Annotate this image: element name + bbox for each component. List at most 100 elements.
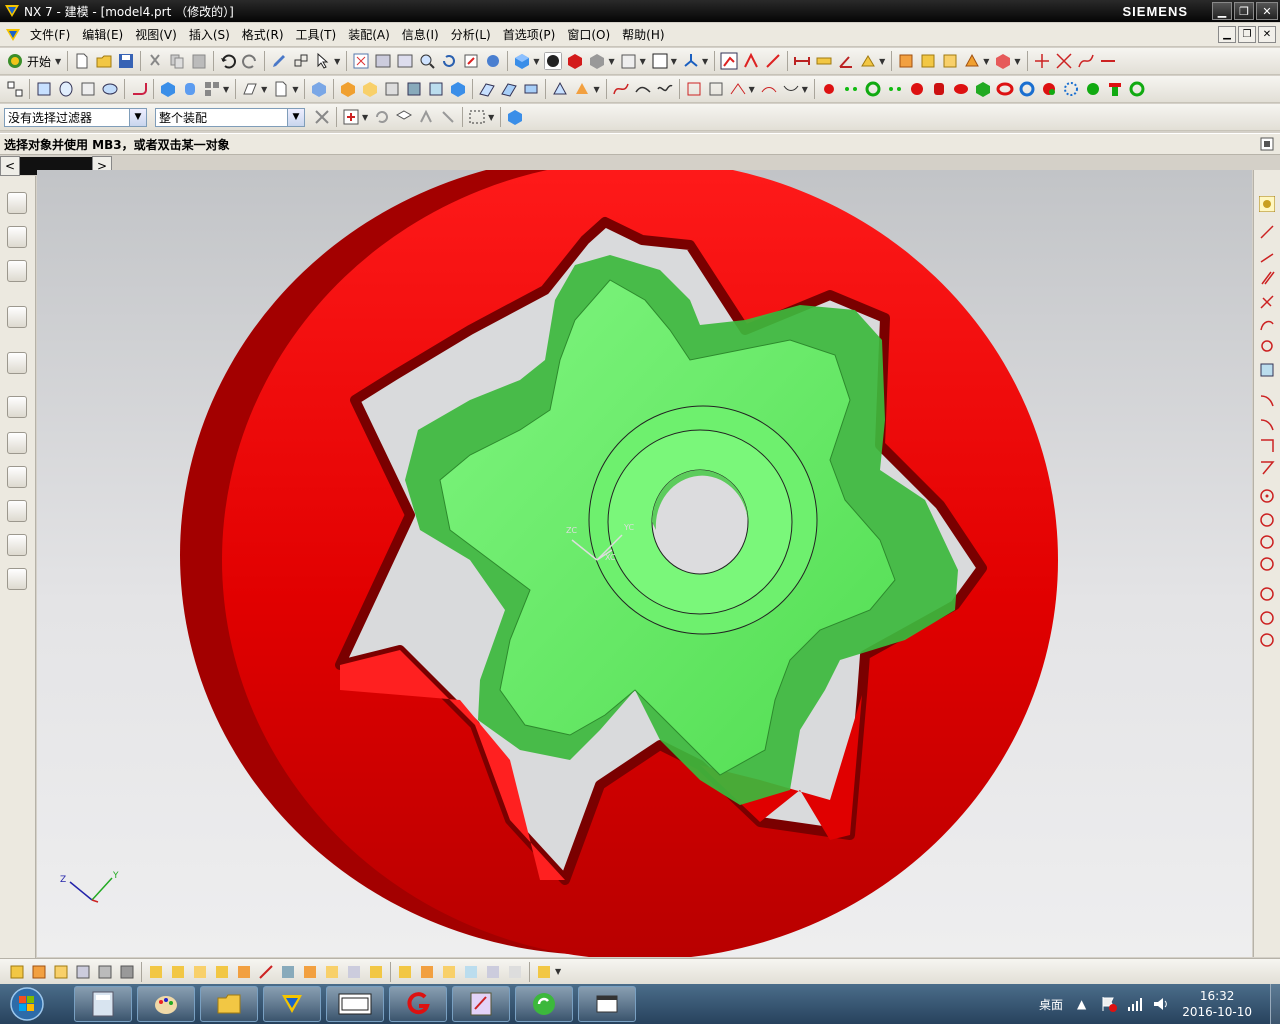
nx-menu-icon[interactable] — [4, 26, 22, 44]
assembly-tool-4-icon[interactable] — [74, 963, 92, 981]
red-dots-icon[interactable] — [820, 80, 838, 98]
history-icon[interactable] — [7, 396, 27, 418]
clearance-icon[interactable] — [345, 963, 363, 981]
model-view[interactable]: ZC YC XC Z Y — [37, 170, 1252, 957]
fit-view-icon[interactable] — [352, 52, 370, 70]
bottom-dropdown-icon[interactable] — [535, 963, 553, 981]
taskbar-explorer[interactable] — [200, 986, 258, 1022]
trim-body-icon[interactable] — [361, 80, 379, 98]
component-new-icon[interactable] — [169, 963, 187, 981]
snap-toggle-icon[interactable] — [342, 108, 360, 126]
block-icon[interactable] — [159, 80, 177, 98]
restore-button[interactable]: ❐ — [1234, 2, 1254, 20]
deformable-icon[interactable] — [462, 963, 480, 981]
arc-snap-icon[interactable] — [1259, 316, 1275, 332]
offset-curve-icon[interactable] — [760, 80, 778, 98]
pattern-icon[interactable] — [203, 80, 221, 98]
draft-icon[interactable] — [478, 80, 496, 98]
green-wheel-icon[interactable] — [1128, 80, 1146, 98]
minimize-button[interactable]: ▁ — [1212, 2, 1232, 20]
bridge-curve-icon[interactable] — [782, 80, 800, 98]
quadrant-point-icon[interactable] — [1259, 512, 1275, 528]
menu-information[interactable]: 信息(I) — [396, 26, 445, 43]
undo-icon[interactable] — [219, 52, 237, 70]
offset-face-icon[interactable] — [500, 80, 518, 98]
boss-icon[interactable] — [101, 80, 119, 98]
action-center-flag-icon[interactable] — [1100, 995, 1118, 1013]
menu-view[interactable]: 视图(V) — [129, 26, 183, 43]
zoom-icon[interactable] — [418, 52, 436, 70]
datum-plane-icon[interactable] — [241, 80, 259, 98]
taskbar-window[interactable] — [578, 986, 636, 1022]
menu-tools[interactable]: 工具(T) — [290, 26, 343, 43]
assembly-tool-1-icon[interactable] — [8, 963, 26, 981]
measure-length-icon[interactable] — [815, 52, 833, 70]
assembly-tool-2-icon[interactable] — [30, 963, 48, 981]
type-filter-dropdown[interactable]: 没有选择过滤器 ▼ — [4, 107, 147, 127]
circle-snap-icon[interactable] — [1259, 338, 1275, 354]
point-on-face-icon[interactable] — [1259, 586, 1275, 602]
route-icon[interactable] — [506, 963, 524, 981]
close-button[interactable]: ✕ — [1256, 2, 1278, 20]
perpendicular-icon[interactable] — [1259, 294, 1275, 310]
save-icon[interactable] — [117, 52, 135, 70]
measure-distance-icon[interactable] — [793, 52, 811, 70]
red-ring-icon[interactable] — [952, 80, 970, 98]
taskbar-ggg[interactable] — [326, 986, 384, 1022]
volume-icon[interactable] — [1152, 995, 1170, 1013]
component-add-icon[interactable] — [147, 963, 165, 981]
book-icon[interactable] — [405, 80, 423, 98]
curve-icon[interactable] — [1077, 52, 1095, 70]
background-color-icon[interactable] — [651, 52, 669, 70]
green-ring-icon[interactable] — [864, 80, 882, 98]
open-folder-icon[interactable] — [95, 52, 113, 70]
snap-lock-icon[interactable] — [1259, 196, 1275, 212]
green-solid-icon[interactable] — [974, 80, 992, 98]
component-constraint-icon[interactable] — [257, 963, 275, 981]
snap-mid-icon[interactable] — [742, 52, 760, 70]
taskbar-document[interactable] — [452, 986, 510, 1022]
transform-icon[interactable] — [292, 52, 310, 70]
red-green-icon[interactable] — [1040, 80, 1058, 98]
intersect-icon[interactable] — [1055, 52, 1073, 70]
deselect-icon[interactable] — [439, 108, 457, 126]
control-point-icon[interactable] — [1259, 438, 1275, 454]
system-scene-icon[interactable] — [7, 568, 27, 590]
assembly-sequence-icon[interactable] — [994, 52, 1012, 70]
component-array-icon[interactable] — [191, 963, 209, 981]
rotate-icon[interactable] — [440, 52, 458, 70]
undo-selection-icon[interactable] — [373, 108, 391, 126]
component-mirror-icon[interactable] — [213, 963, 231, 981]
edit-object-icon[interactable] — [270, 52, 288, 70]
page-icon[interactable] — [272, 80, 290, 98]
menu-preferences[interactable]: 首选项(P) — [497, 26, 562, 43]
assembly-tool-5-icon[interactable] — [96, 963, 114, 981]
line-snap-icon[interactable] — [1259, 224, 1275, 240]
grid-snap-icon[interactable] — [1259, 362, 1275, 378]
shaded-cube-icon[interactable] — [513, 52, 531, 70]
intersection-point-icon[interactable] — [1259, 460, 1275, 476]
shell-icon[interactable] — [449, 80, 467, 98]
shading-mode-icon[interactable] — [544, 52, 563, 70]
selection-scope-dropdown[interactable]: 整个装配 ▼ — [155, 107, 305, 127]
green-dots-icon[interactable] — [842, 80, 860, 98]
system-clock[interactable]: 16:32 2016-10-10 — [1182, 988, 1252, 1020]
manufacturing-wizards-icon[interactable] — [7, 500, 27, 522]
pan-icon[interactable] — [462, 52, 480, 70]
curve-fit-icon[interactable] — [634, 80, 652, 98]
desktop-toolbar-label[interactable]: 桌面 — [1039, 996, 1063, 1013]
start-orb-icon[interactable] — [6, 985, 48, 1023]
point-constructor-icon[interactable] — [1259, 632, 1275, 648]
doc-restore-button[interactable]: ❐ — [1238, 26, 1256, 43]
assembly-new-icon[interactable] — [919, 52, 937, 70]
mirror-icon[interactable] — [427, 80, 445, 98]
mid-point-icon[interactable] — [1259, 416, 1275, 432]
orient-view-icon[interactable] — [484, 52, 502, 70]
bounded-grid-icon[interactable] — [1259, 610, 1275, 626]
doc-minimize-button[interactable]: ▁ — [1218, 26, 1236, 43]
red-gear-icon[interactable] — [908, 80, 926, 98]
point-on-curve-icon[interactable] — [1259, 248, 1275, 264]
roles-icon[interactable] — [7, 534, 27, 556]
box-select-icon[interactable] — [395, 108, 413, 126]
spline-icon[interactable] — [612, 80, 630, 98]
